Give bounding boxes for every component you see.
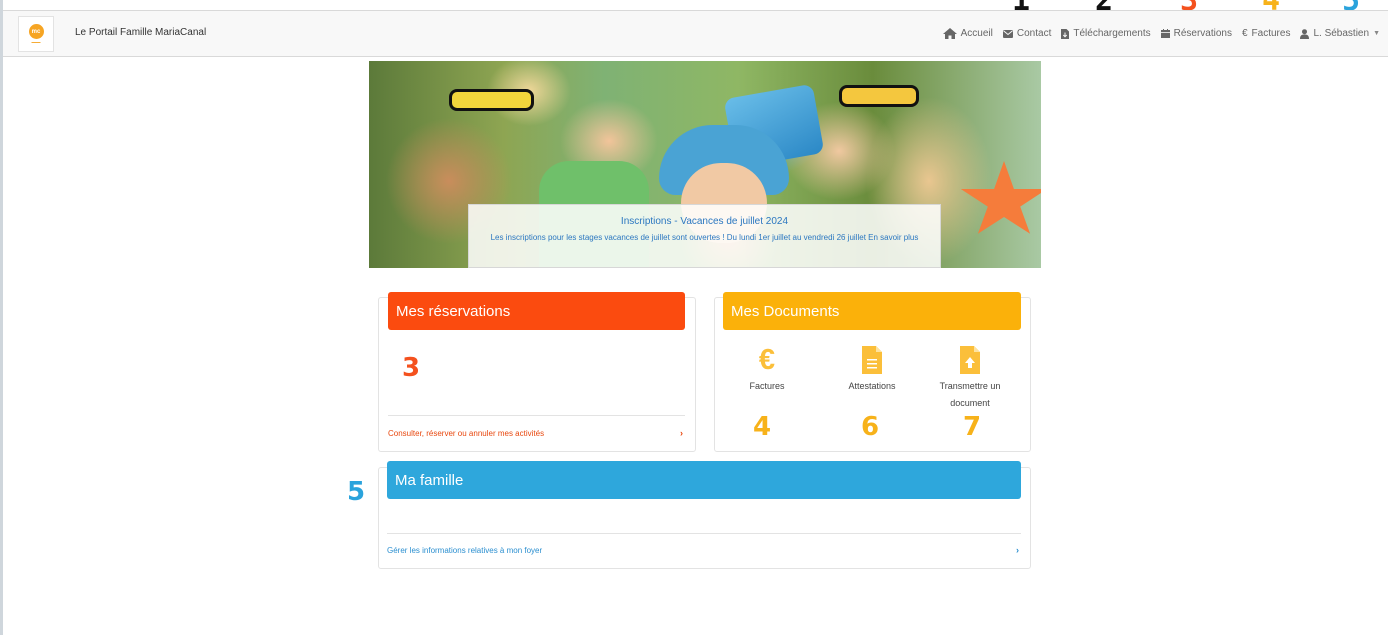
- nav-reservations-label: Réservations: [1173, 28, 1232, 39]
- reservations-annotation: 3: [402, 353, 421, 383]
- top-navbar: mc ▬▬▬ Le Portail Famille MariaCanal Acc…: [3, 10, 1388, 57]
- nav-accueil[interactable]: Accueil: [942, 28, 993, 39]
- nav-contact[interactable]: Contact: [1002, 28, 1052, 39]
- file-upload-icon: [920, 346, 1020, 378]
- banner-photo-shape: [449, 89, 534, 111]
- doc-item-label: Transmettre un document: [939, 381, 1001, 408]
- nav-reservations[interactable]: Réservations: [1160, 28, 1232, 39]
- euro-icon: €: [758, 344, 776, 376]
- doc-item-factures[interactable]: € Factures: [717, 344, 817, 395]
- nav-links: Accueil Contact Téléchargements Réservat…: [933, 11, 1380, 56]
- doc-item-label: Factures: [749, 381, 785, 391]
- nav-user-label: L. Sébastien: [1313, 28, 1370, 39]
- banner-photo-shape: [839, 85, 919, 107]
- famille-annotation: 5: [347, 477, 366, 507]
- nav-factures[interactable]: € Factures: [1242, 28, 1290, 39]
- doc-annotation-7: 7: [963, 412, 982, 442]
- left-border: [0, 0, 3, 635]
- banner-photo-shape: [960, 161, 1041, 234]
- brand-logo-mark: mc: [28, 24, 44, 39]
- doc-item-attestations[interactable]: Attestations: [822, 346, 922, 395]
- banner-caption[interactable]: Inscriptions - Vacances de juillet 2024 …: [468, 204, 941, 268]
- reservations-link[interactable]: Consulter, réserver ou annuler mes activ…: [388, 429, 544, 438]
- download-file-icon: [1061, 28, 1070, 39]
- chevron-down-icon: ▼: [1373, 30, 1380, 37]
- chevron-right-icon[interactable]: ›: [1016, 545, 1019, 555]
- nav-accueil-label: Accueil: [960, 28, 993, 39]
- chevron-right-icon[interactable]: ›: [680, 428, 683, 438]
- brand-logo-tagline: ▬▬▬: [31, 40, 41, 44]
- documents-panel-header[interactable]: Mes Documents: [723, 292, 1021, 330]
- banner-caption-text: Les inscriptions pour les stages vacance…: [490, 233, 919, 242]
- doc-annotation-4: 4: [753, 412, 772, 442]
- nav-telechargements[interactable]: Téléchargements: [1061, 28, 1151, 39]
- divider: [387, 533, 1021, 534]
- euro-icon: €: [1241, 28, 1248, 39]
- doc-annotation-6: 6: [861, 412, 880, 442]
- envelope-icon: [1002, 29, 1013, 38]
- divider: [388, 415, 685, 416]
- document-icon: [822, 346, 922, 378]
- reservations-panel-header[interactable]: Mes réservations: [388, 292, 685, 330]
- doc-item-label: Attestations: [848, 381, 896, 391]
- calendar-icon: [1160, 29, 1170, 38]
- brand-logo[interactable]: mc ▬▬▬: [18, 16, 54, 52]
- doc-item-transmettre[interactable]: Transmettre un document: [920, 346, 1020, 412]
- user-icon: [1300, 28, 1310, 39]
- nav-factures-label: Factures: [1251, 28, 1291, 39]
- hero-banner[interactable]: Inscriptions - Vacances de juillet 2024 …: [369, 61, 1041, 268]
- nav-telechargements-label: Téléchargements: [1073, 28, 1151, 39]
- nav-user-menu[interactable]: L. Sébastien ▼: [1300, 28, 1380, 39]
- home-icon: [942, 28, 957, 39]
- famille-panel-header[interactable]: Ma famille: [387, 461, 1021, 499]
- banner-caption-title: Inscriptions - Vacances de juillet 2024: [620, 216, 789, 227]
- nav-contact-label: Contact: [1016, 28, 1052, 39]
- portal-title[interactable]: Le Portail Famille MariaCanal: [75, 27, 206, 38]
- famille-link[interactable]: Gérer les informations relatives à mon f…: [387, 546, 542, 555]
